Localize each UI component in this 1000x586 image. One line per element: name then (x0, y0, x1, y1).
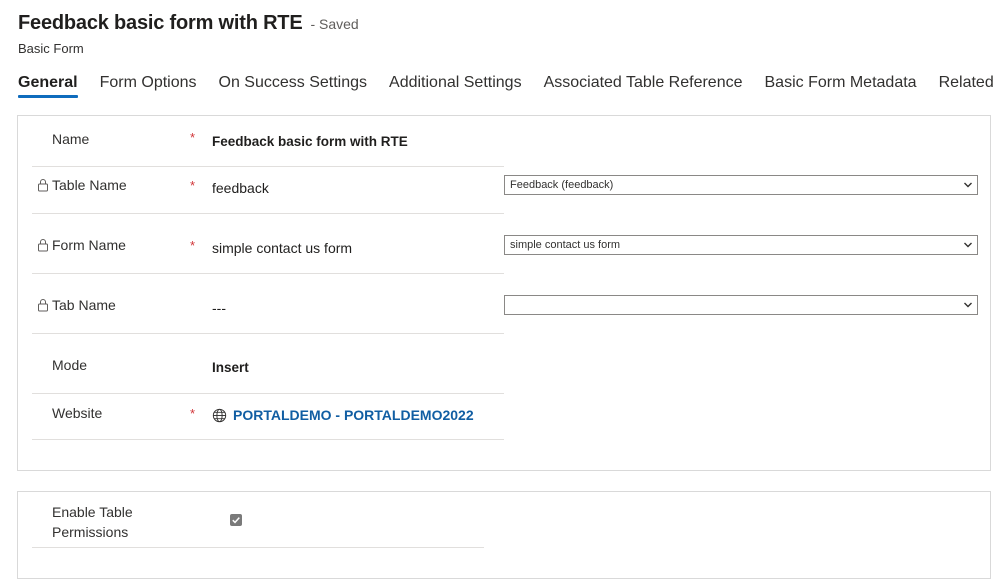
mode-value: Insert (212, 360, 249, 375)
chevron-down-icon (964, 242, 972, 248)
title-row: Feedback basic form with RTE - Saved (18, 12, 359, 35)
website-value: PORTALDEMO - PORTALDEMO2022 (233, 407, 474, 423)
website-row: Website * PORTALDEMO - PORTALDEMO2022 (32, 394, 504, 440)
mode-row: Mode Insert (32, 334, 504, 394)
tab-name-label-group: Tab Name (38, 297, 116, 313)
form-name-label: Form Name (52, 237, 126, 253)
form-name-value: simple contact us form (212, 240, 353, 256)
form-name-row: Form Name * simple contact us form (32, 214, 504, 274)
mode-label: Mode (52, 357, 88, 373)
tab-name-select[interactable] (504, 295, 978, 315)
table-name-label-group: Table Name (38, 177, 127, 193)
tab-bar: General Form Options On Success Settings… (18, 74, 1000, 98)
website-lookup-link[interactable]: PORTALDEMO - PORTALDEMO2022 (212, 407, 474, 423)
chevron-down-icon (964, 302, 972, 308)
name-row: Name * Feedback basic form with RTE (32, 116, 504, 167)
tab-on-success-settings[interactable]: On Success Settings (219, 74, 368, 98)
tab-name-label: Tab Name (52, 297, 116, 313)
name-field[interactable]: Feedback basic form with RTE (212, 134, 408, 149)
enable-table-permissions-label-line1: Enable Table (52, 504, 133, 520)
table-name-label: Table Name (52, 177, 127, 193)
enable-table-permissions-label-line2: Permissions (52, 524, 129, 540)
tab-additional-settings[interactable]: Additional Settings (389, 74, 522, 98)
table-name-row: Table Name * feedback (32, 167, 504, 214)
tab-name-row: Tab Name --- (32, 274, 504, 334)
tab-basic-form-metadata[interactable]: Basic Form Metadata (765, 74, 917, 98)
checkmark-icon (232, 517, 240, 524)
page-header: Feedback basic form with RTE - Saved Bas… (18, 12, 359, 56)
lock-icon (38, 299, 48, 312)
form-name-label-group: Form Name (38, 237, 126, 253)
enable-table-permissions-row: Enable Table Permissions (32, 492, 484, 548)
tab-general[interactable]: General (18, 74, 78, 98)
tab-name-value: --- (212, 300, 226, 316)
form-name-select[interactable]: simple contact us form (504, 235, 978, 255)
save-status: - Saved (310, 16, 359, 32)
chevron-down-icon (964, 182, 972, 188)
tab-related[interactable]: Related (939, 74, 994, 98)
required-marker: * (190, 178, 196, 193)
globe-icon (212, 408, 227, 422)
page-title: Feedback basic form with RTE (18, 12, 303, 34)
tab-associated-table-reference[interactable]: Associated Table Reference (544, 74, 743, 98)
table-name-select[interactable]: Feedback (feedback) (504, 175, 978, 195)
form-name-select-value: simple contact us form (510, 239, 621, 251)
website-label: Website (52, 405, 103, 421)
table-name-select-value: Feedback (feedback) (510, 179, 614, 191)
enable-table-permissions-checkbox[interactable] (230, 514, 242, 526)
lock-icon (38, 239, 48, 252)
tab-form-options[interactable]: Form Options (100, 74, 197, 98)
name-label: Name (52, 131, 90, 147)
permissions-section: Enable Table Permissions (17, 491, 991, 579)
entity-type: Basic Form (18, 41, 84, 56)
lock-icon (38, 179, 48, 192)
required-marker: * (190, 130, 196, 145)
required-marker: * (190, 238, 196, 253)
general-section: Name * Feedback basic form with RTE Tabl… (17, 115, 991, 471)
enable-table-permissions-label: Enable Table Permissions (52, 502, 133, 542)
table-name-value: feedback (212, 180, 269, 196)
required-marker: * (190, 406, 196, 421)
